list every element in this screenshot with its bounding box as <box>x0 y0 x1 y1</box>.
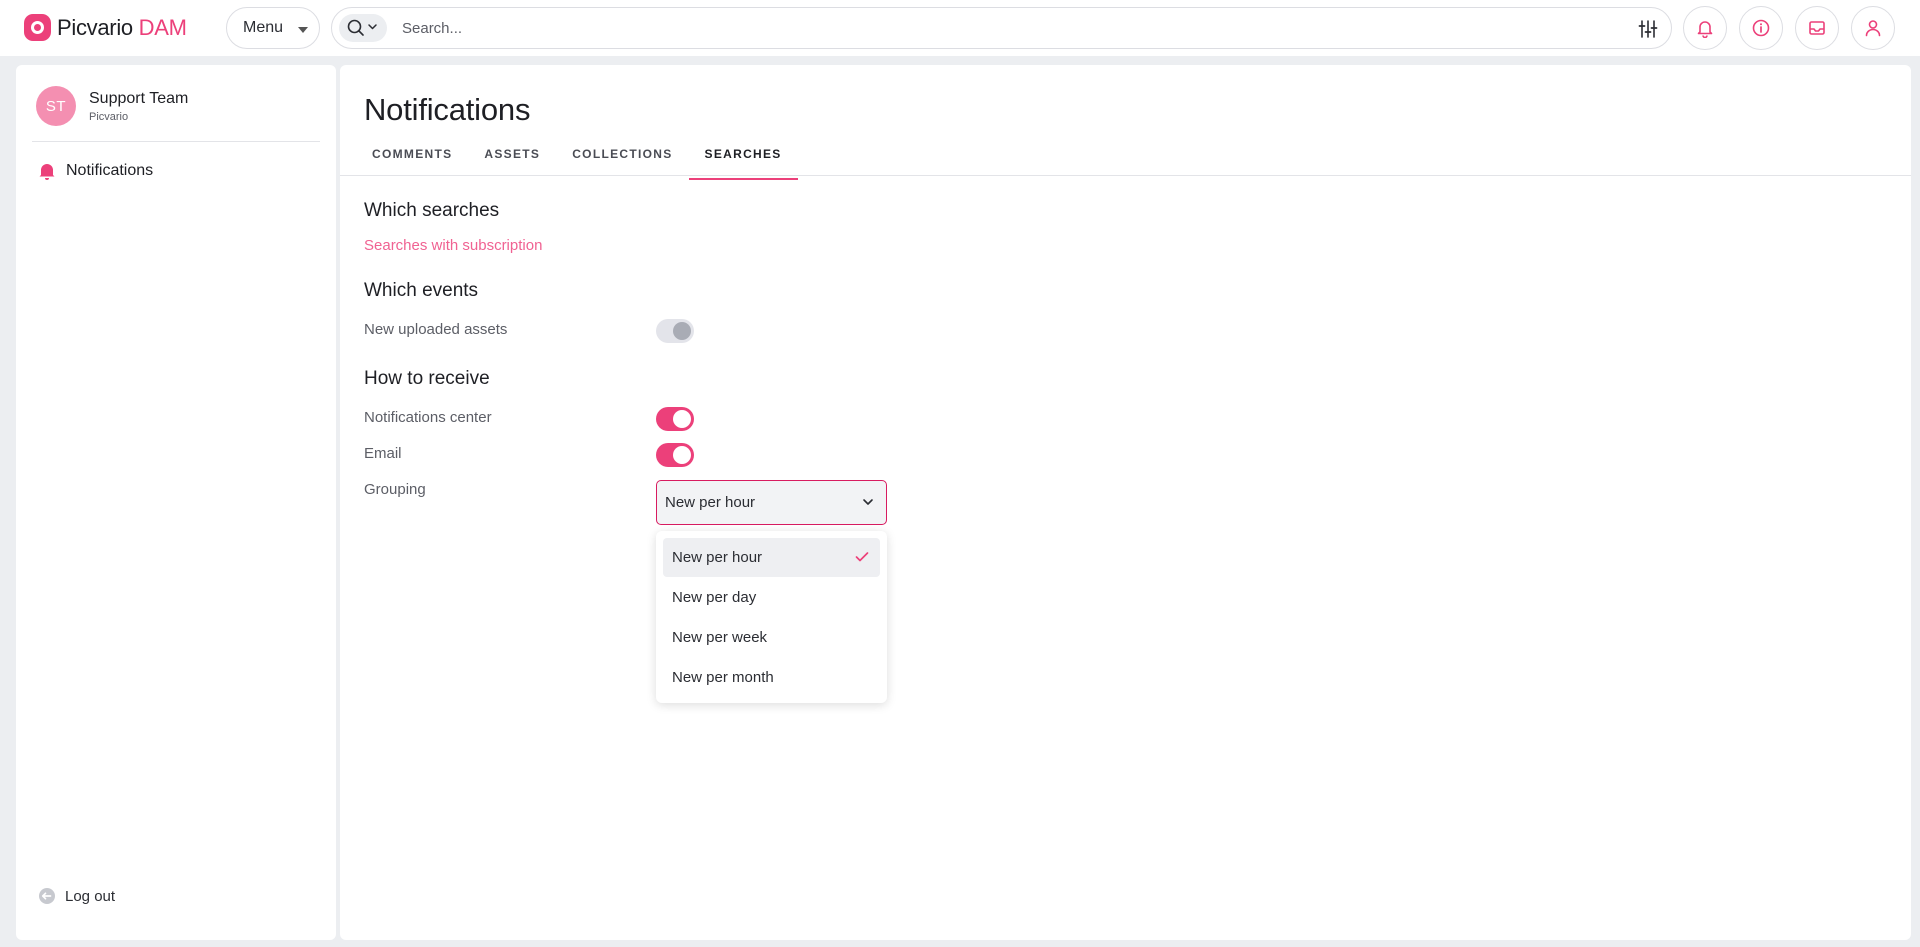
how-to-receive-heading: How to receive <box>364 368 490 389</box>
sidebar-item-notifications[interactable]: Notifications <box>38 161 153 181</box>
info-icon <box>1752 19 1770 37</box>
grouping-option-week[interactable]: New per week <box>663 618 880 657</box>
new-uploaded-assets-toggle[interactable] <box>656 319 694 343</box>
tab-divider <box>340 175 1911 176</box>
chevron-down-icon <box>863 499 873 505</box>
check-icon <box>855 552 869 562</box>
notifications-center-toggle[interactable] <box>656 407 694 431</box>
search-input[interactable] <box>402 17 1582 39</box>
searches-subscription-link[interactable]: Searches with subscription <box>364 237 542 254</box>
grouping-select-value: New per hour <box>665 494 756 511</box>
filter-icon[interactable] <box>1637 18 1659 40</box>
caret-down-icon <box>298 27 308 33</box>
search-type-selector[interactable] <box>339 14 387 42</box>
notifications-button[interactable] <box>1683 6 1727 50</box>
search-icon <box>347 19 377 36</box>
avatar: ST <box>36 86 76 126</box>
menu-button[interactable]: Menu <box>226 7 320 49</box>
sidebar: ST Support Team Picvario Notifications L… <box>16 65 336 940</box>
grouping-option-day[interactable]: New per day <box>663 578 880 617</box>
menu-label: Menu <box>243 19 284 36</box>
profile-button[interactable] <box>1851 6 1895 50</box>
inbox-icon <box>1809 21 1825 35</box>
profile-card: ST Support Team Picvario <box>36 86 188 126</box>
logout-icon <box>39 888 55 904</box>
email-label: Email <box>364 445 402 462</box>
search-bar <box>331 7 1672 49</box>
grouping-option-hour[interactable]: New per hour <box>663 538 880 577</box>
tab-assets[interactable]: ASSETS <box>468 138 556 180</box>
bell-icon <box>39 164 55 180</box>
tab-comments[interactable]: COMMENTS <box>356 138 468 180</box>
grouping-select[interactable]: New per hour <box>656 480 887 525</box>
tab-bar: COMMENTS ASSETS COLLECTIONS SEARCHES <box>356 138 798 180</box>
grouping-option-month[interactable]: New per month <box>663 658 880 697</box>
tab-collections[interactable]: COLLECTIONS <box>556 138 688 180</box>
notifications-center-label: Notifications center <box>364 409 492 426</box>
logout-button[interactable]: Log out <box>38 887 115 905</box>
grouping-dropdown-menu: New per hour New per day New per week Ne… <box>656 531 887 703</box>
divider <box>32 141 320 142</box>
grouping-label: Grouping <box>364 481 426 498</box>
top-bar: Picvario DAM Menu <box>0 0 1920 56</box>
app-name: Picvario DAM <box>57 14 187 40</box>
inbox-button[interactable] <box>1795 6 1839 50</box>
which-events-heading: Which events <box>364 280 479 301</box>
page-title: Notifications <box>364 92 531 127</box>
main-panel: Notifications COMMENTS ASSETS COLLECTION… <box>340 65 1911 940</box>
new-uploaded-assets-label: New uploaded assets <box>364 321 508 338</box>
logo-icon <box>24 14 51 41</box>
email-toggle[interactable] <box>656 443 694 467</box>
logout-label: Log out <box>65 887 116 905</box>
profile-name: Support Team <box>89 89 189 107</box>
which-searches-heading: Which searches <box>364 200 500 221</box>
profile-org: Picvario <box>89 110 129 123</box>
bell-icon <box>1697 21 1713 38</box>
info-button[interactable] <box>1739 6 1783 50</box>
user-icon <box>1865 20 1881 37</box>
tab-searches[interactable]: SEARCHES <box>688 138 798 180</box>
sidebar-item-label: Notifications <box>66 162 154 179</box>
app-logo[interactable]: Picvario DAM <box>24 14 187 41</box>
